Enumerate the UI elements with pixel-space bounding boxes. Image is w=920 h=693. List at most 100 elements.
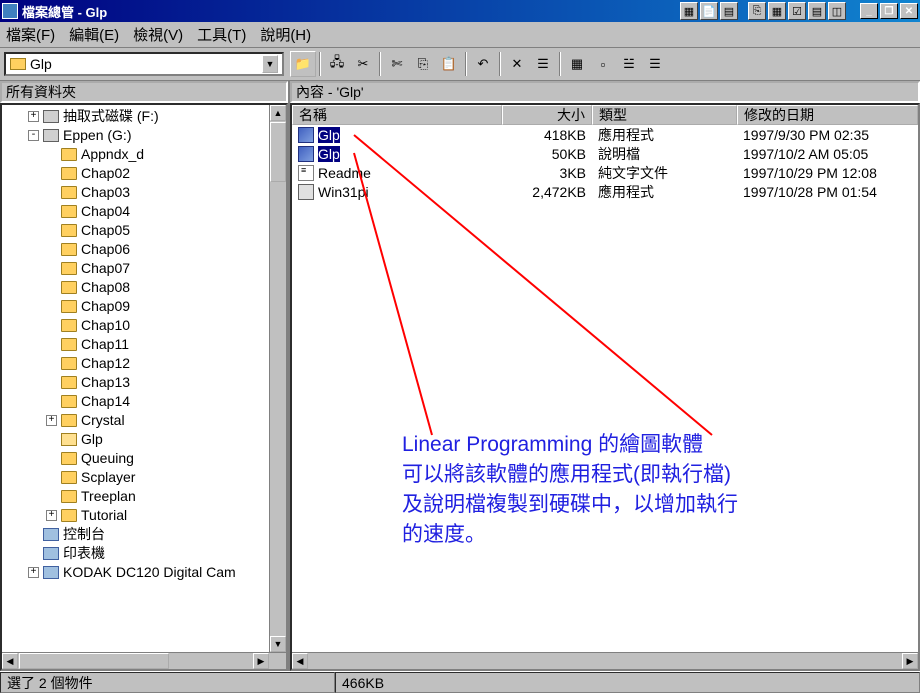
tree-container: +抽取式磁碟 (F:)-Eppen (G:)Appndx_dChap02Chap… <box>0 103 288 671</box>
menu-tools[interactable]: 工具(T) <box>197 24 246 45</box>
scroll-right-button[interactable]: ▶ <box>253 653 269 669</box>
tree-expander[interactable]: + <box>46 415 57 426</box>
tree-item[interactable]: Chap05 <box>2 221 286 240</box>
right-pane-header: 內容 - 'Glp' <box>290 81 920 103</box>
tree-item[interactable]: Chap04 <box>2 202 286 221</box>
cut-button[interactable]: ✄ <box>384 51 410 77</box>
tree-item-label: Chap13 <box>81 373 130 392</box>
tree-item[interactable]: Scplayer <box>2 468 286 487</box>
list-view-button[interactable]: ☱ <box>616 51 642 77</box>
scroll-down-button[interactable]: ▼ <box>270 636 286 652</box>
tree-item[interactable]: +抽取式磁碟 (F:) <box>2 107 286 126</box>
horizontal-scrollbar[interactable]: ◀ ▶ <box>292 652 918 669</box>
file-name: Win31pi <box>318 184 369 200</box>
current-path: Glp <box>30 56 52 72</box>
file-size: 3KB <box>502 165 592 181</box>
tree-item[interactable]: Queuing <box>2 449 286 468</box>
tray-icon[interactable]: ▤ <box>720 2 738 20</box>
tree-item[interactable]: Glp <box>2 430 286 449</box>
tree-expander[interactable]: + <box>28 567 39 578</box>
tree-item[interactable]: +KODAK DC120 Digital Cam <box>2 563 286 582</box>
tree-item[interactable]: Chap03 <box>2 183 286 202</box>
column-type[interactable]: 類型 <box>592 105 737 125</box>
menu-edit[interactable]: 編輯(E) <box>69 24 119 45</box>
delete-button[interactable]: ✕ <box>504 51 530 77</box>
app-icon <box>2 3 18 19</box>
menu-help[interactable]: 說明(H) <box>260 24 311 45</box>
file-row[interactable]: Glp50KB說明檔1997/10/2 AM 05:05 <box>292 144 918 163</box>
folder-icon <box>61 300 77 313</box>
tree-item[interactable]: Appndx_d <box>2 145 286 164</box>
horizontal-scrollbar[interactable]: ◀ ▶ <box>2 652 286 669</box>
map-drive-button[interactable]: 🖧 <box>324 51 350 77</box>
tree-item-label: Treeplan <box>81 487 136 506</box>
tray-icon[interactable]: ◫ <box>828 2 846 20</box>
scroll-up-button[interactable]: ▲ <box>270 105 286 121</box>
tray-icon[interactable]: ☑ <box>788 2 806 20</box>
vertical-scrollbar[interactable]: ▲ ▼ <box>269 105 286 652</box>
tray-icon[interactable]: 📄 <box>700 2 718 20</box>
menu-view[interactable]: 檢視(V) <box>133 24 183 45</box>
tree-item[interactable]: Chap07 <box>2 259 286 278</box>
tree-expander[interactable]: + <box>28 111 39 122</box>
tray-icon[interactable]: ▤ <box>808 2 826 20</box>
tree-item[interactable]: Chap10 <box>2 316 286 335</box>
folder-tree[interactable]: +抽取式磁碟 (F:)-Eppen (G:)Appndx_dChap02Chap… <box>2 105 286 584</box>
column-modified[interactable]: 修改的日期 <box>737 105 918 125</box>
tree-item-label: Appndx_d <box>81 145 144 164</box>
folder-open-icon <box>61 433 77 446</box>
small-icons-button[interactable]: ▫ <box>590 51 616 77</box>
large-icons-button[interactable]: ▦ <box>564 51 590 77</box>
tray-icons: ▦ 📄 ▤ ⎘ ▦ ☑ ▤ ◫ <box>680 2 854 20</box>
column-size[interactable]: 大小 <box>502 105 592 125</box>
tray-icon[interactable]: ▦ <box>680 2 698 20</box>
device-icon <box>43 566 59 579</box>
tree-item[interactable]: 印表機 <box>2 544 286 563</box>
path-combobox[interactable]: Glp ▼ <box>4 52 284 76</box>
column-name[interactable]: 名稱 <box>292 105 502 125</box>
tree-item[interactable]: 控制台 <box>2 525 286 544</box>
menu-file[interactable]: 檔案(F) <box>6 24 55 45</box>
details-view-button[interactable]: ☰ <box>642 51 668 77</box>
tree-item-label: Queuing <box>81 449 134 468</box>
file-row[interactable]: Glp418KB應用程式1997/9/30 PM 02:35 <box>292 125 918 144</box>
tree-expander[interactable]: - <box>28 130 39 141</box>
tree-item[interactable]: Chap13 <box>2 373 286 392</box>
maximize-button[interactable]: ❐ <box>880 3 898 19</box>
scroll-right-button[interactable]: ▶ <box>902 653 918 669</box>
dropdown-arrow-icon[interactable]: ▼ <box>262 55 278 73</box>
minimize-button[interactable]: _ <box>860 3 878 19</box>
file-row[interactable]: Readme3KB純文字文件1997/10/29 PM 12:08 <box>292 163 918 182</box>
tree-item[interactable]: +Crystal <box>2 411 286 430</box>
tree-item[interactable]: Chap02 <box>2 164 286 183</box>
tree-item[interactable]: Chap12 <box>2 354 286 373</box>
properties-button[interactable]: ☰ <box>530 51 556 77</box>
tree-item[interactable]: Chap08 <box>2 278 286 297</box>
up-folder-button[interactable]: 📁 <box>290 51 316 77</box>
tray-icon[interactable]: ▦ <box>768 2 786 20</box>
tree-expander[interactable]: + <box>46 510 57 521</box>
file-row[interactable]: Win31pi2,472KB應用程式1997/10/28 PM 01:54 <box>292 182 918 201</box>
tree-item-label: Chap08 <box>81 278 130 297</box>
tree-item[interactable]: Chap11 <box>2 335 286 354</box>
tree-item[interactable]: Treeplan <box>2 487 286 506</box>
folder-tree-pane: 所有資料夾 +抽取式磁碟 (F:)-Eppen (G:)Appndx_dChap… <box>0 81 290 671</box>
folder-icon <box>61 471 77 484</box>
tree-item[interactable]: Chap06 <box>2 240 286 259</box>
tree-item[interactable]: Chap09 <box>2 297 286 316</box>
disconnect-drive-button[interactable]: ✂ <box>350 51 376 77</box>
tree-item[interactable]: Chap14 <box>2 392 286 411</box>
copy-button[interactable]: ⎘ <box>410 51 436 77</box>
scroll-left-button[interactable]: ◀ <box>2 653 18 669</box>
paste-button[interactable]: 📋 <box>436 51 462 77</box>
scroll-thumb[interactable] <box>270 122 286 182</box>
tray-icon[interactable]: ⎘ <box>748 2 766 20</box>
file-type: 應用程式 <box>592 182 737 202</box>
tree-item-label: Chap05 <box>81 221 130 240</box>
scroll-left-button[interactable]: ◀ <box>292 653 308 669</box>
scroll-thumb[interactable] <box>19 653 169 669</box>
tree-item[interactable]: -Eppen (G:) <box>2 126 286 145</box>
close-button[interactable]: ✕ <box>900 3 918 19</box>
undo-button[interactable]: ↶ <box>470 51 496 77</box>
tree-item[interactable]: +Tutorial <box>2 506 286 525</box>
